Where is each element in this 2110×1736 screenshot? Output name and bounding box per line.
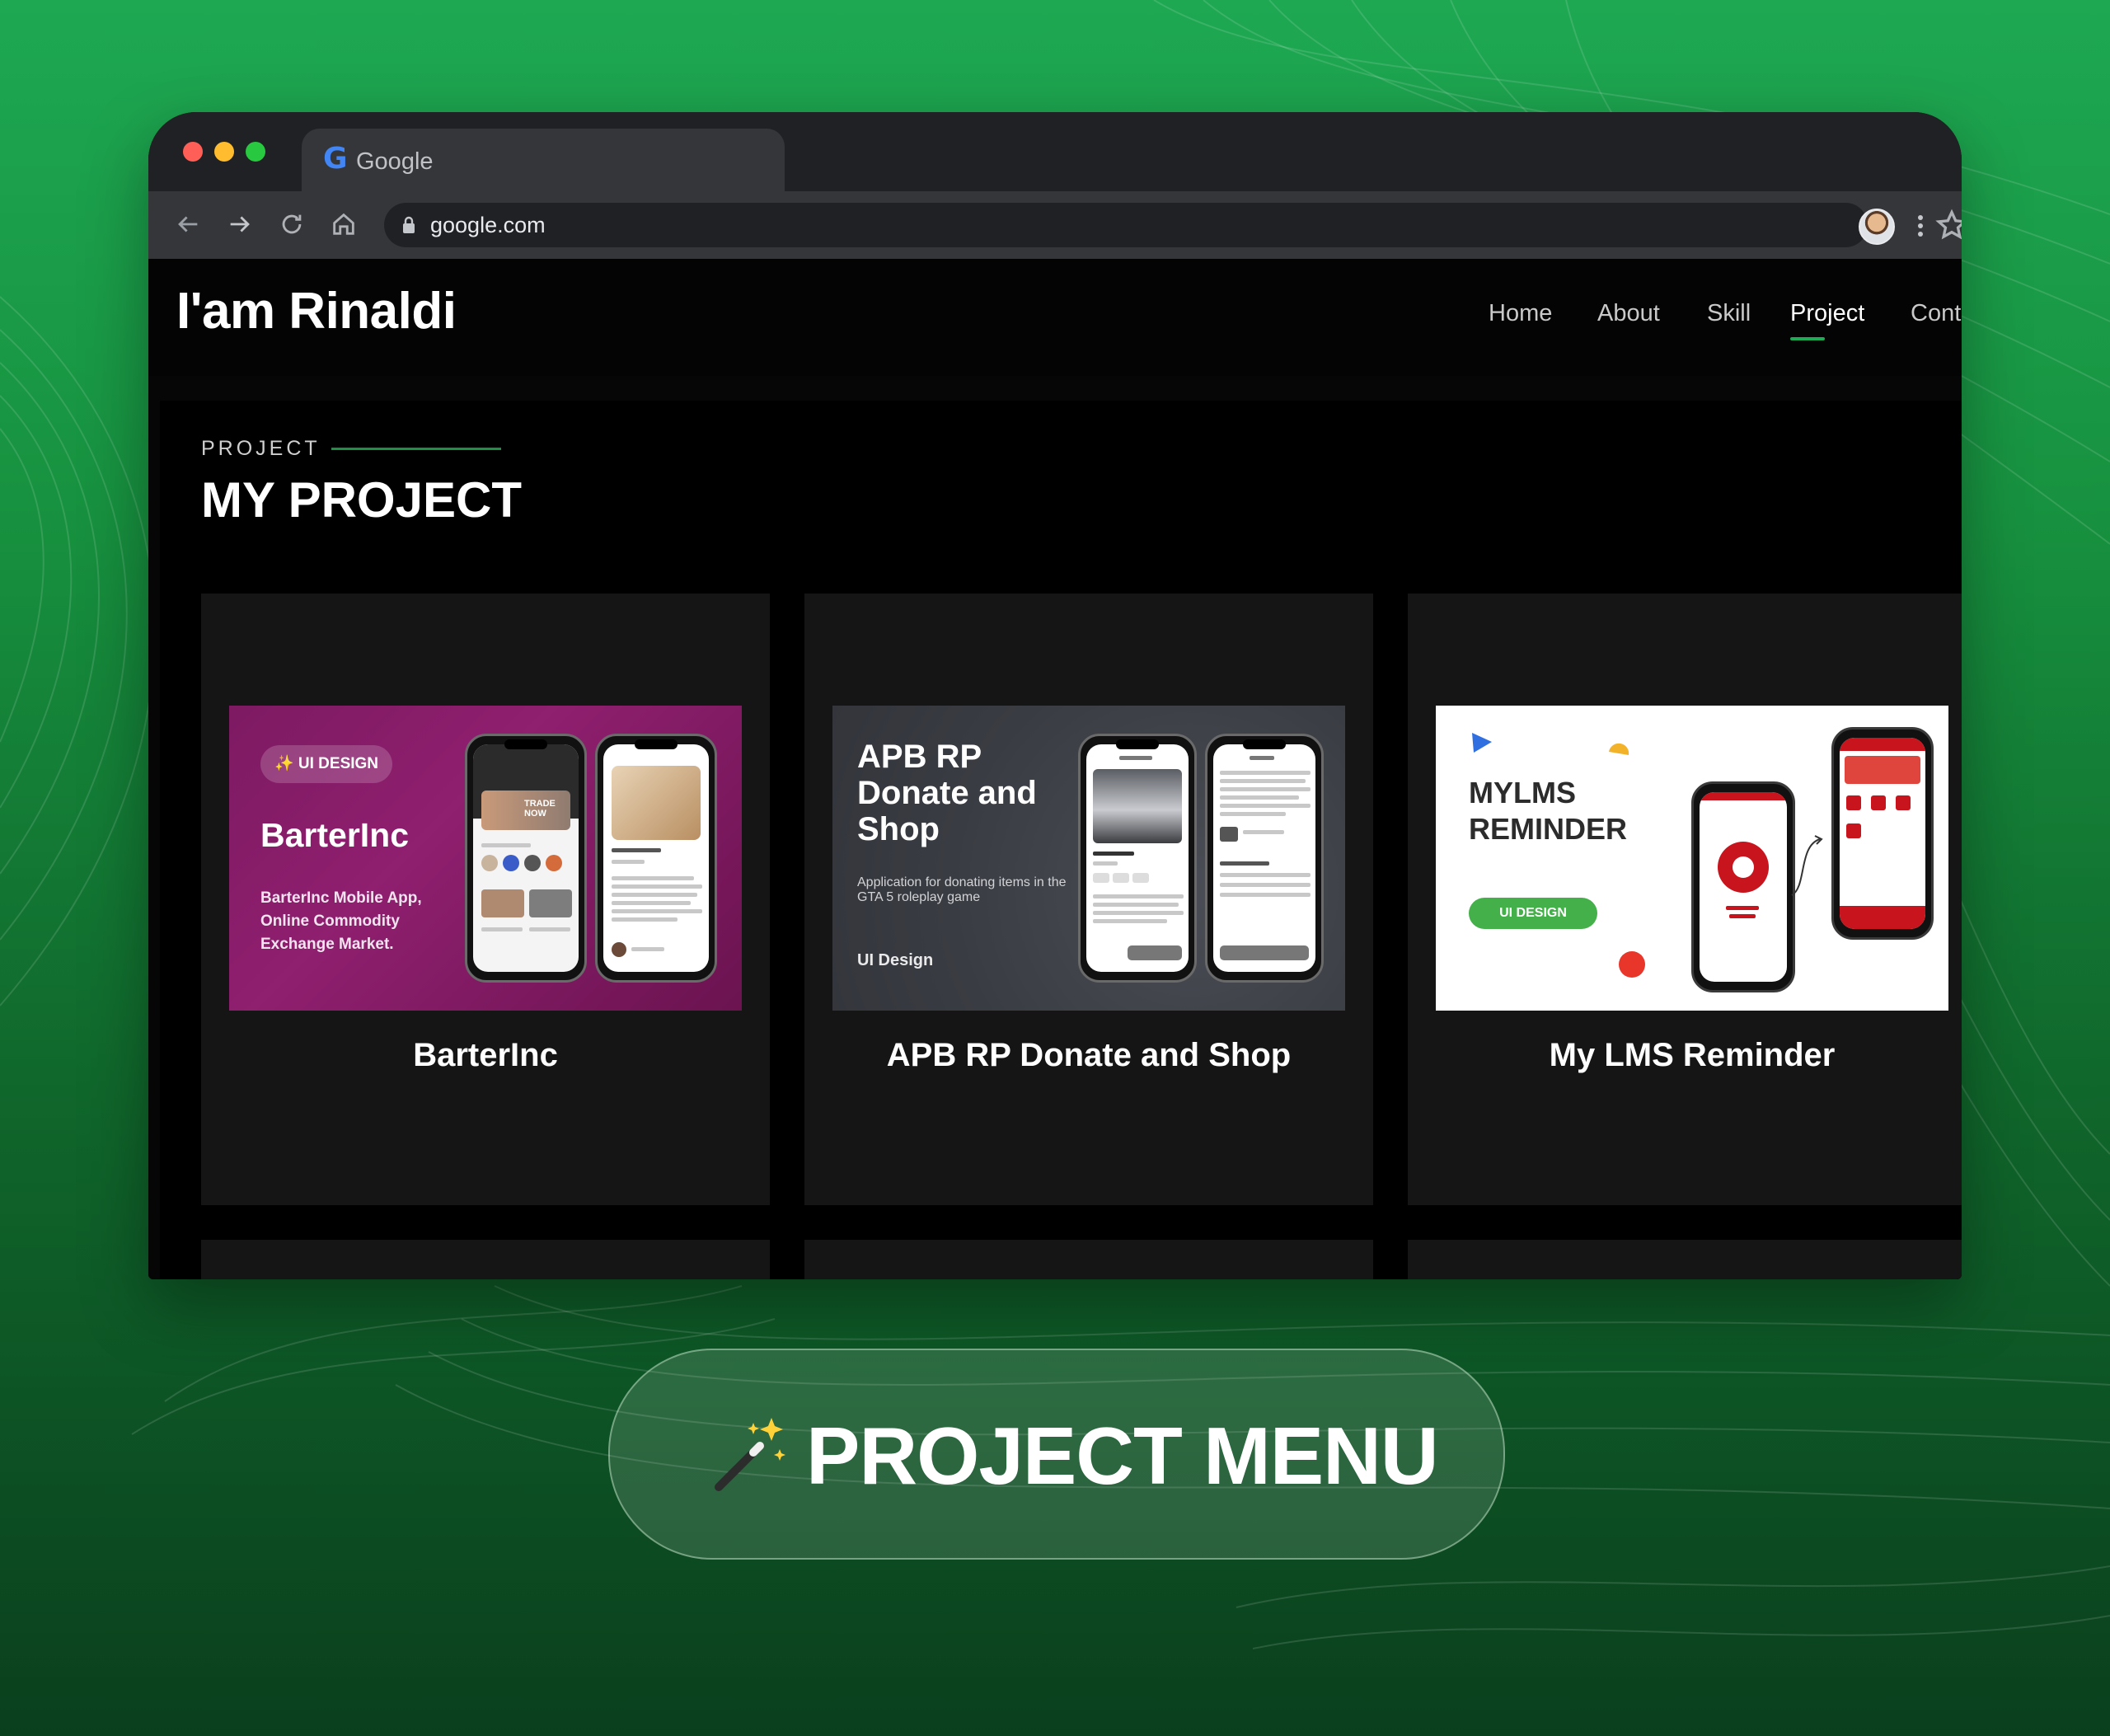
star-icon[interactable] <box>1934 208 1962 244</box>
project-thumbnail[interactable]: ✨ UI DESIGN BarterInc BarterInc Mobile A… <box>229 706 742 1011</box>
project-title[interactable]: BarterInc <box>201 1037 770 1074</box>
browser-tab[interactable]: G Google <box>302 129 785 191</box>
project-menu-banner: PROJECT MENU <box>608 1349 1505 1560</box>
phone-screen <box>1213 744 1315 972</box>
phone-mockup <box>1691 781 1795 992</box>
thumbnail-description: BarterInc Mobile App, Online Commodity E… <box>260 889 422 953</box>
section-title: MY PROJECT <box>201 472 522 528</box>
nav-home[interactable]: Home <box>1489 300 1552 327</box>
thumbnail-headline: APB RP Donate and Shop <box>857 739 1037 847</box>
nav-contact[interactable]: Cont <box>1911 300 1961 327</box>
close-window-button[interactable] <box>183 142 203 162</box>
thumbnail-description: Application for donating items in the GT… <box>857 875 1067 904</box>
kebab-menu-icon[interactable] <box>1912 208 1929 244</box>
phone-screen: TRADE NOW <box>473 744 579 972</box>
phone-screen <box>1700 792 1787 982</box>
banner-label: PROJECT MENU <box>806 1410 1439 1501</box>
address-bar[interactable]: google.com <box>384 203 1962 247</box>
google-logo-icon: G <box>323 142 348 176</box>
project-card-partial <box>201 1240 770 1279</box>
maximize-window-button[interactable] <box>246 142 265 162</box>
browser-window: G Google google.com I'am Rinaldi Home Ab… <box>148 112 1962 1279</box>
eyebrow-divider <box>331 448 501 450</box>
phone-mockup: TRADE NOW <box>465 734 587 983</box>
badge-label: UI DESIGN <box>298 755 379 772</box>
project-card-mylms[interactable]: MYLMS REMINDER UI DESIGN My LMS Reminder <box>1408 594 1962 1205</box>
phone-notch <box>635 739 678 749</box>
browser-titlebar: G Google <box>148 112 1962 191</box>
lock-icon <box>403 216 415 233</box>
phone-screen <box>1086 744 1189 972</box>
project-title[interactable]: My LMS Reminder <box>1408 1037 1962 1074</box>
phone-screen <box>603 744 709 972</box>
forward-arrow-icon[interactable] <box>222 206 258 242</box>
nav-about[interactable]: About <box>1597 300 1660 327</box>
half-circle-decoration-icon <box>1609 743 1629 755</box>
ui-design-badge: ✨ UI DESIGN <box>260 745 392 783</box>
back-arrow-icon[interactable] <box>170 206 206 242</box>
nav-skill[interactable]: Skill <box>1707 300 1751 327</box>
promo-text: TRADE NOW <box>524 799 556 819</box>
nav-active-indicator <box>1790 337 1825 340</box>
phone-notch <box>504 739 547 749</box>
avatar[interactable] <box>1859 209 1895 245</box>
phone-notch <box>1243 739 1286 749</box>
url-text: google.com <box>430 213 546 237</box>
project-title[interactable]: APB RP Donate and Shop <box>804 1037 1373 1074</box>
site-navbar: I'am Rinaldi Home About Skill Project Co… <box>148 259 1962 376</box>
browser-toolbar: google.com <box>148 191 1962 260</box>
home-icon[interactable] <box>326 206 362 242</box>
project-thumbnail[interactable]: APB RP Donate and Shop Application for d… <box>832 706 1345 1011</box>
magic-wand-icon <box>715 1418 785 1491</box>
phone-mockup <box>1078 734 1197 983</box>
product-image <box>612 766 701 840</box>
project-section: PROJECT MY PROJECT ✨ UI DESIGN BarterInc… <box>160 401 1962 1279</box>
phone-mockup <box>1205 734 1324 983</box>
site-logo[interactable]: I'am Rinaldi <box>176 282 457 340</box>
phone-screen <box>1840 738 1925 929</box>
section-eyebrow: PROJECT <box>201 437 321 460</box>
ui-design-badge: UI DESIGN <box>1469 898 1597 929</box>
project-card-partial <box>1408 1240 1962 1279</box>
connector-arrow-icon <box>1791 835 1823 896</box>
promo-banner: TRADE NOW <box>481 791 570 830</box>
nav-project[interactable]: Project <box>1790 300 1864 327</box>
thumbnail-tag: UI Design <box>857 951 934 969</box>
thumbnail-brand: BarterInc <box>260 816 410 854</box>
minimize-window-button[interactable] <box>214 142 234 162</box>
triangle-decoration-icon <box>1472 733 1492 753</box>
project-card-barterinc[interactable]: ✨ UI DESIGN BarterInc BarterInc Mobile A… <box>201 594 770 1205</box>
thumbnail-headline: MYLMS REMINDER <box>1469 776 1628 846</box>
car-image <box>1093 769 1182 843</box>
reload-icon[interactable] <box>274 206 310 242</box>
website-page: I'am Rinaldi Home About Skill Project Co… <box>148 259 1962 1279</box>
app-logo <box>1718 842 1769 893</box>
phone-mockup <box>595 734 717 983</box>
circle-decoration-icon <box>1619 951 1645 978</box>
phone-mockup <box>1831 727 1934 940</box>
tab-title: Google <box>356 148 434 175</box>
project-thumbnail[interactable]: MYLMS REMINDER UI DESIGN <box>1436 706 1948 1011</box>
project-card-apb-rp[interactable]: APB RP Donate and Shop Application for d… <box>804 594 1373 1205</box>
project-card-partial <box>804 1240 1373 1279</box>
phone-notch <box>1116 739 1159 749</box>
